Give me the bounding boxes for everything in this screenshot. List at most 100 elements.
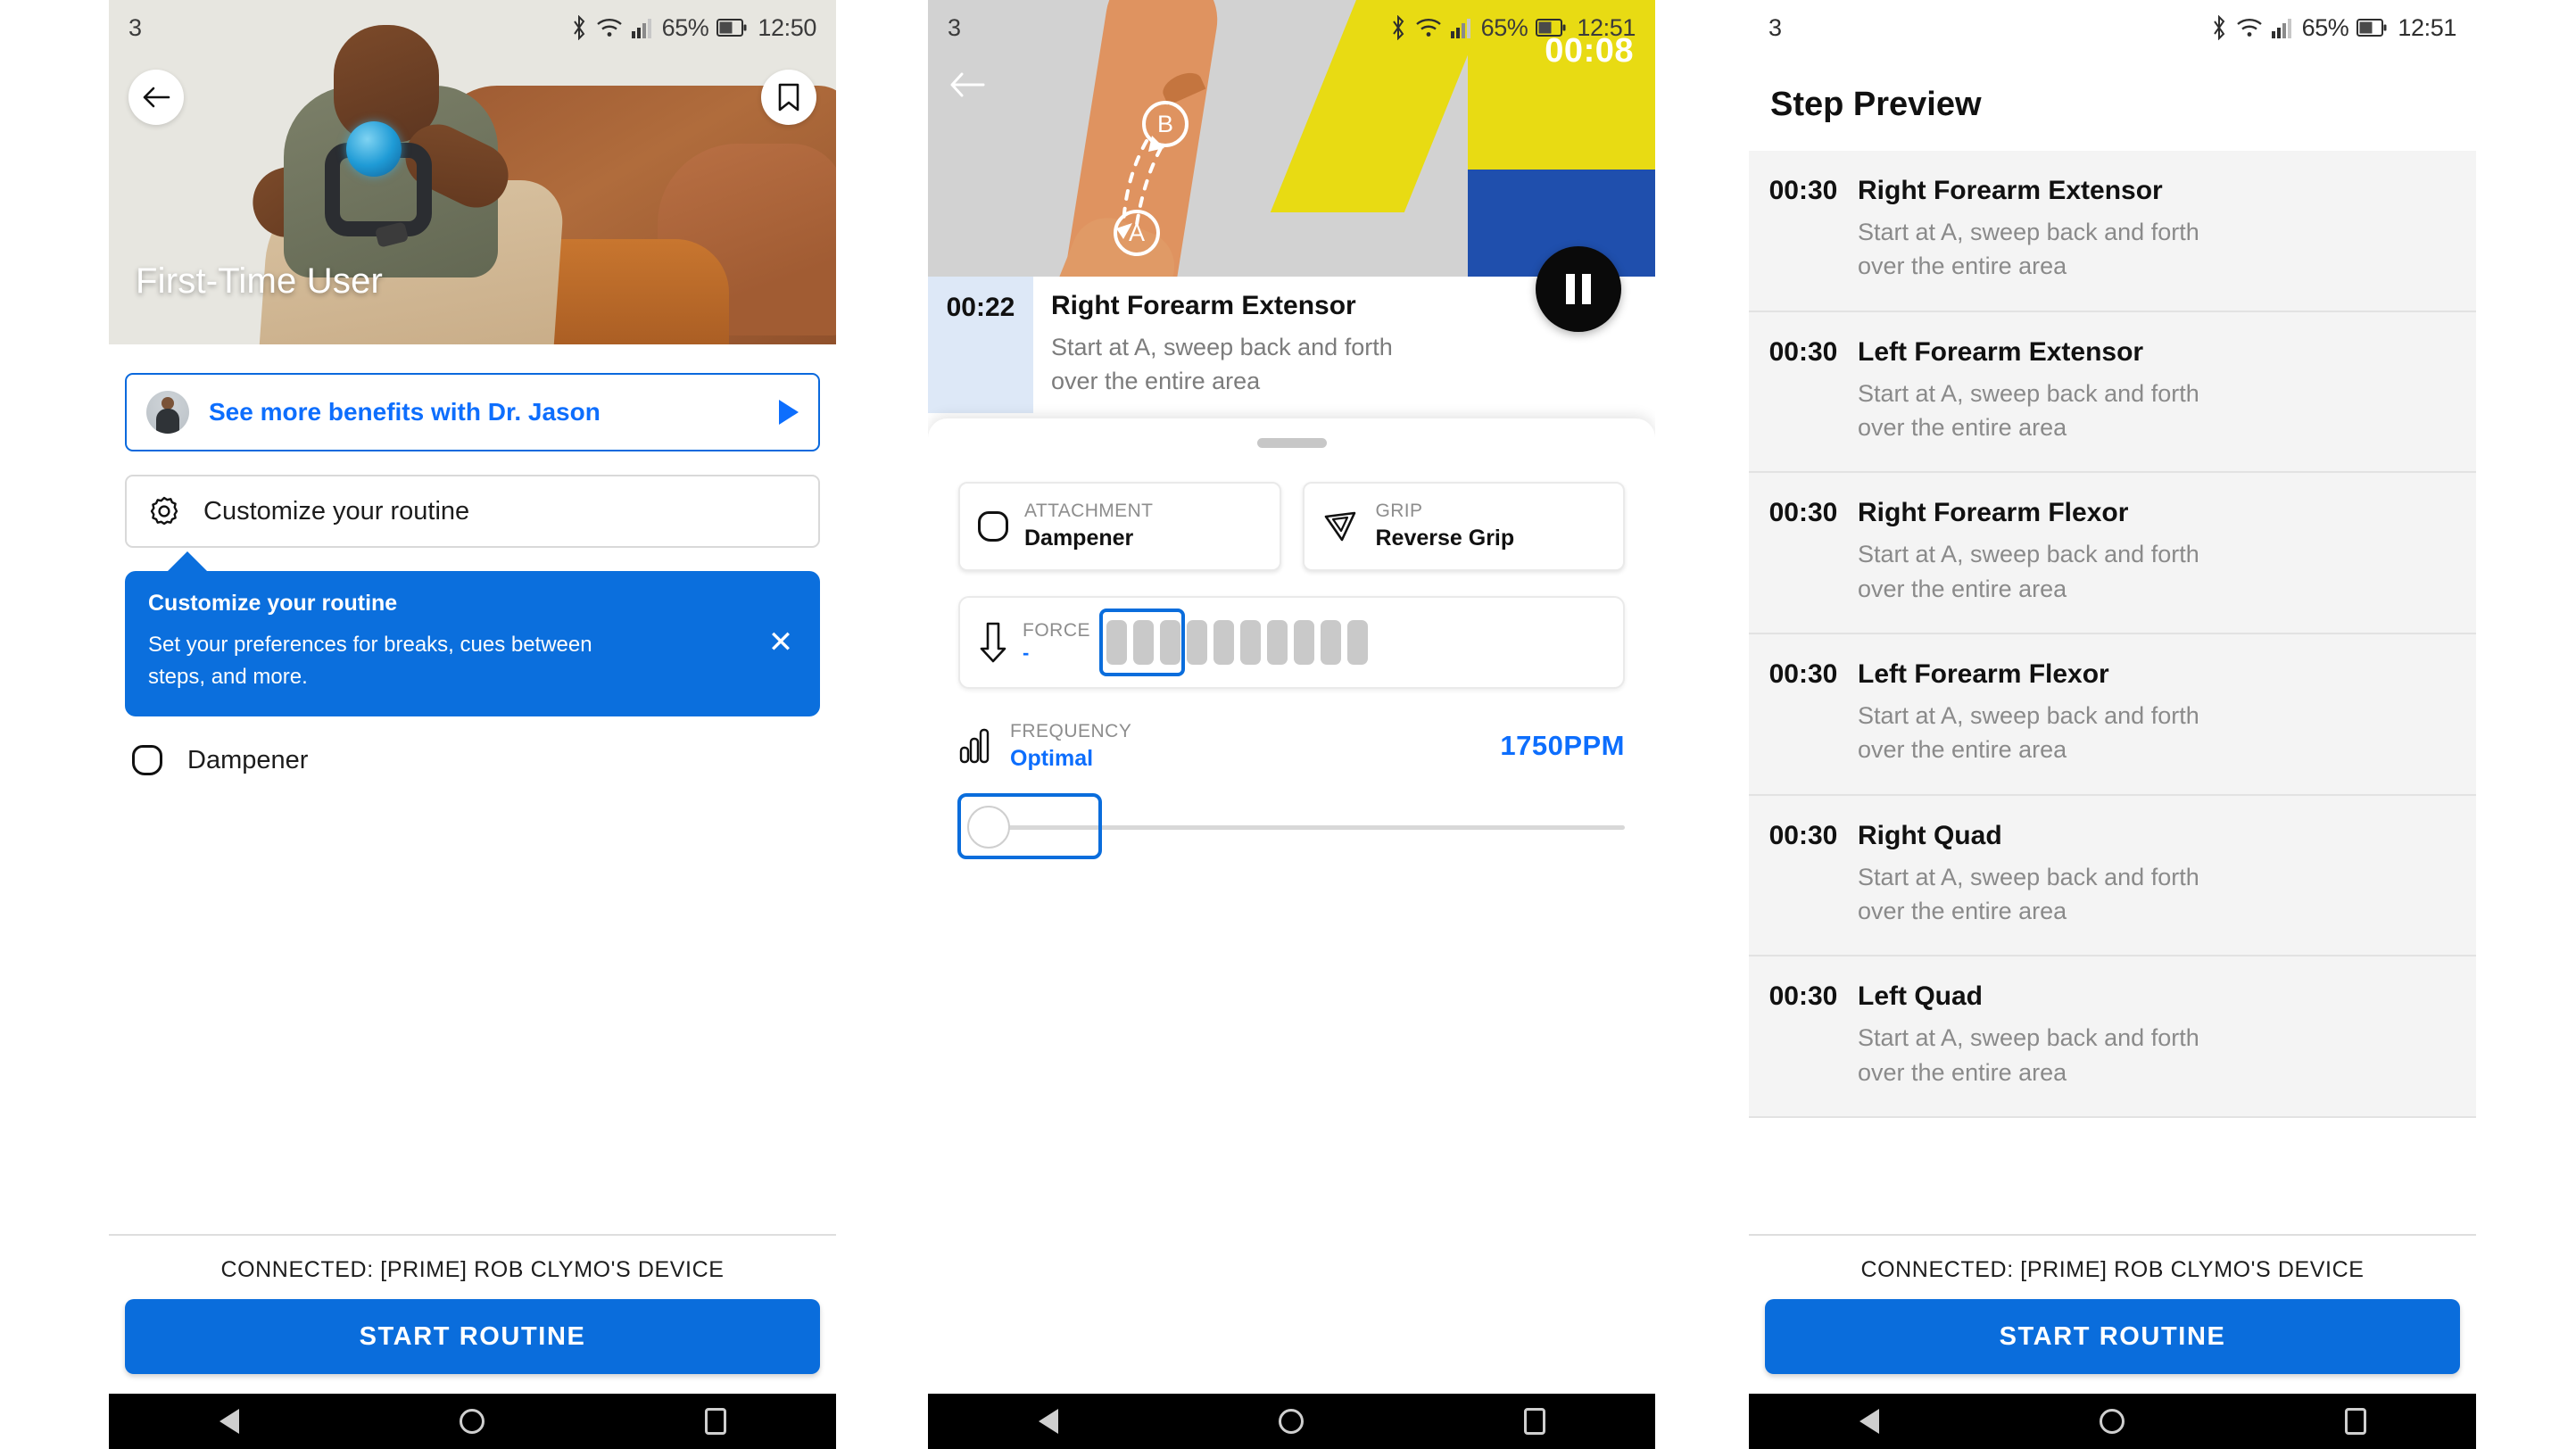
connected-status: CONNECTED: [PRIME] ROB CLYMO'S DEVICE — [220, 1257, 725, 1282]
step-time: 00:30 — [1768, 336, 1838, 367]
battery-icon — [716, 19, 747, 37]
attachment-tile[interactable]: ATTACHMENT Dampener — [958, 481, 1281, 571]
grip-tile[interactable]: GRIP Reverse Grip — [1302, 481, 1625, 571]
back-arrow-icon — [143, 87, 170, 108]
force-segment — [1213, 619, 1234, 665]
step-title: Left Forearm Flexor — [1858, 658, 2109, 689]
pause-button[interactable] — [1536, 246, 1621, 332]
nav-recent-button[interactable] — [2344, 1408, 2366, 1435]
force-value: - — [1023, 641, 1030, 664]
current-step: 00:22 Right Forearm Extensor Start at A,… — [928, 246, 1655, 413]
nav-recent-button[interactable] — [704, 1408, 726, 1435]
customize-label: Customize your routine — [203, 496, 470, 526]
bookmark-button[interactable] — [761, 70, 816, 125]
list-item[interactable]: 00:30 Left Quad Start at A, sweep back a… — [1749, 956, 2476, 1118]
attachment-list: Dampener — [109, 736, 836, 775]
nav-back-button[interactable] — [219, 1409, 239, 1434]
slider-focus-ring — [957, 792, 1102, 859]
massage-gun-head — [346, 121, 402, 177]
start-routine-button[interactable]: START ROUTINE — [1765, 1299, 2460, 1374]
force-control[interactable]: FORCE - — [958, 595, 1625, 689]
back-button[interactable] — [128, 70, 184, 125]
benefits-video-card[interactable]: See more benefits with Dr. Jason — [125, 373, 820, 451]
force-segment — [1267, 619, 1288, 665]
phone-screen-active-routine: 3 65% 12:51 A B 00:08 00:22 Right Forear… — [928, 0, 1655, 1449]
marker-a-label: A — [1128, 219, 1145, 246]
nav-recent-button[interactable] — [1523, 1408, 1545, 1435]
list-item[interactable]: 00:30 Right Quad Start at A, sweep back … — [1749, 795, 2476, 957]
step-title: Right Forearm Extensor — [1858, 176, 2163, 205]
force-segment — [1106, 619, 1127, 665]
step-description: Start at A, sweep back and forth over th… — [1858, 863, 2199, 924]
phone-screen-step-preview: 3 65% 12:51 Step Preview 00:30 Right For… — [1749, 0, 2476, 1449]
android-nav-bar — [928, 1394, 1655, 1449]
controls-sheet: ATTACHMENT Dampener GRIP Reverse Grip FO… — [928, 418, 1655, 1394]
tooltip-body: Set your preferences for breaks, cues be… — [148, 633, 592, 689]
wifi-icon — [1415, 17, 1442, 38]
attachment-label: ATTACHMENT — [1024, 501, 1154, 522]
frequency-slider[interactable] — [957, 792, 1625, 859]
force-arrow-icon — [980, 622, 1006, 662]
current-step-description: Start at A, sweep back and forth over th… — [1051, 334, 1393, 395]
step-title: Right Quad — [1858, 820, 2002, 850]
benefits-label: See more benefits with Dr. Jason — [209, 398, 601, 426]
step-list[interactable]: 00:30 Right Forearm Extensor Start at A,… — [1749, 151, 2476, 1234]
step-time: 00:30 — [1768, 498, 1838, 528]
list-item[interactable]: Dampener — [109, 736, 836, 775]
massage-gun — [316, 121, 441, 241]
battery-percent: 65% — [1480, 13, 1528, 41]
bluetooth-icon — [2210, 15, 2228, 40]
frequency-icon — [959, 728, 990, 764]
notification-count: 3 — [128, 13, 143, 41]
list-item[interactable]: 00:30 Left Forearm Extensor Start at A, … — [1749, 311, 2476, 474]
pause-icon — [1582, 274, 1591, 304]
wifi-icon — [596, 17, 623, 38]
dampener-icon — [978, 510, 1008, 542]
avatar — [146, 391, 189, 434]
step-time: 00:30 — [1768, 981, 1838, 1012]
list-item[interactable]: 00:30 Left Forearm Flexor Start at A, sw… — [1749, 633, 2476, 796]
start-routine-button[interactable]: START ROUTINE — [125, 1299, 820, 1374]
battery-icon — [1536, 19, 1566, 37]
customize-tooltip: Customize your routine Set your preferen… — [125, 551, 820, 716]
force-segment — [1294, 619, 1314, 665]
current-step-time: 00:22 — [928, 277, 1033, 413]
step-title: Left Forearm Extensor — [1858, 336, 2144, 367]
signal-icon — [1450, 17, 1473, 38]
phone-screen-routine-overview: 3 65% 12:50 First-Time User See more ben… — [109, 0, 836, 1449]
back-button[interactable] — [948, 70, 987, 104]
battery-percent: 65% — [2301, 13, 2349, 41]
grip-label: GRIP — [1375, 501, 1423, 522]
sheet-drag-handle[interactable] — [1256, 437, 1327, 448]
force-segment — [1240, 619, 1261, 665]
step-time: 00:30 — [1768, 658, 1838, 689]
close-icon[interactable]: ✕ — [763, 625, 799, 660]
nav-back-button[interactable] — [1859, 1409, 1879, 1434]
force-segment — [1347, 619, 1368, 665]
step-description: Start at A, sweep back and forth over th… — [1858, 541, 2199, 602]
tooltip-title: Customize your routine — [148, 591, 398, 616]
clock: 12:50 — [758, 13, 816, 41]
force-segment — [1133, 619, 1154, 665]
step-time: 00:30 — [1768, 176, 1838, 205]
nav-home-button[interactable] — [2099, 1409, 2125, 1434]
frequency-mode: Optimal — [1010, 745, 1094, 771]
force-meter[interactable] — [1099, 608, 1368, 676]
dampener-icon — [132, 745, 162, 775]
frequency-label: FREQUENCY — [1010, 720, 1132, 741]
android-nav-bar — [109, 1394, 836, 1449]
play-icon[interactable] — [779, 400, 799, 425]
force-label: FORCE — [1023, 619, 1090, 641]
bottom-bar: CONNECTED: [PRIME] ROB CLYMO'S DEVICE ST… — [109, 1234, 836, 1394]
list-item[interactable]: 00:30 Right Forearm Flexor Start at A, s… — [1749, 473, 2476, 634]
back-arrow-icon — [950, 72, 985, 97]
nav-home-button[interactable] — [1278, 1409, 1304, 1434]
nav-home-button[interactable] — [459, 1409, 485, 1434]
wifi-icon — [2236, 17, 2263, 38]
list-item[interactable]: 00:30 Right Forearm Extensor Start at A,… — [1749, 151, 2476, 312]
nav-back-button[interactable] — [1038, 1409, 1058, 1434]
grip-icon — [1324, 511, 1355, 541]
marker-b-label: B — [1156, 110, 1173, 137]
bluetooth-icon — [570, 15, 588, 40]
customize-routine-button[interactable]: Customize your routine — [125, 475, 820, 548]
